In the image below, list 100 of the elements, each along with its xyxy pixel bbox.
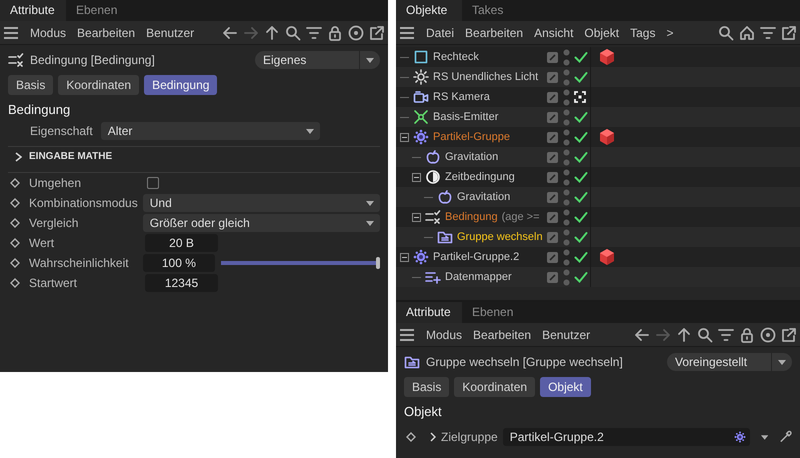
group-heading[interactable]: EINGABE MATHE: [29, 151, 112, 162]
menu-item[interactable]: Datei: [426, 26, 454, 40]
caret-icon[interactable]: [760, 434, 768, 440]
visibility-dots-icon[interactable]: [563, 208, 570, 226]
edit-icon[interactable]: [547, 272, 558, 282]
panel-tab[interactable]: Objekte: [396, 0, 462, 21]
section-tab[interactable]: Objekt: [540, 377, 591, 397]
number-field[interactable]: 100 %: [143, 254, 215, 272]
object-name[interactable]: Datenmapper: [445, 271, 512, 283]
menu-item[interactable]: Ansicht: [534, 26, 574, 40]
check-icon[interactable]: [574, 211, 588, 223]
object-name[interactable]: RS Kamera: [433, 91, 490, 103]
number-field[interactable]: 20 B: [145, 234, 218, 252]
menu-icon[interactable]: [399, 26, 415, 40]
popout-icon[interactable]: [781, 24, 797, 40]
edit-icon[interactable]: [547, 132, 558, 142]
edit-icon[interactable]: [547, 152, 558, 162]
check-icon[interactable]: [574, 71, 588, 83]
menu-item[interactable]: Bearbeiten: [77, 26, 136, 40]
checkbox[interactable]: [147, 177, 159, 189]
search-icon[interactable]: [718, 24, 734, 40]
menu-item[interactable]: Bearbeiten: [473, 328, 532, 342]
object-name[interactable]: Bedingung: [445, 211, 498, 223]
dropdown[interactable]: Und: [142, 194, 380, 212]
edit-icon[interactable]: [547, 252, 558, 262]
visibility-dots-icon[interactable]: [563, 228, 570, 246]
object-name[interactable]: Partikel-Gruppe.2: [433, 251, 520, 263]
collapse-icon[interactable]: [400, 132, 409, 142]
menu-icon[interactable]: [399, 328, 415, 342]
lock-icon[interactable]: [327, 24, 343, 40]
menu-item[interactable]: >: [666, 26, 674, 40]
number-field[interactable]: 12345: [145, 274, 218, 292]
check-icon[interactable]: [574, 191, 588, 203]
eyedropper-icon[interactable]: [779, 430, 792, 444]
visibility-dots-icon[interactable]: [563, 168, 570, 186]
object-name[interactable]: Zeitbedingung: [445, 171, 515, 183]
object-name[interactable]: Gravitation: [457, 191, 510, 203]
visibility-dots-icon[interactable]: [563, 88, 570, 106]
edit-icon[interactable]: [547, 192, 558, 202]
visibility-dots-icon[interactable]: [563, 108, 570, 126]
visibility-dots-icon[interactable]: [563, 148, 570, 166]
panel-tab[interactable]: Ebenen: [462, 302, 528, 323]
visibility-dots-icon[interactable]: [563, 128, 570, 146]
edit-icon[interactable]: [547, 232, 558, 242]
collapse-icon[interactable]: [412, 212, 421, 222]
expand-icon[interactable]: [430, 432, 436, 442]
edit-icon[interactable]: [547, 212, 558, 222]
collapse-icon[interactable]: [412, 172, 421, 182]
property-dropdown[interactable]: Alter: [100, 122, 320, 140]
preset-dropdown[interactable]: Voreingestellt: [667, 353, 792, 371]
popout-icon[interactable]: [781, 326, 797, 342]
popout-icon[interactable]: [369, 24, 385, 40]
section-tab[interactable]: Bedingung: [144, 75, 218, 95]
dropdown[interactable]: Größer oder gleich: [142, 214, 380, 232]
up-icon[interactable]: [264, 24, 280, 40]
panel-tab[interactable]: Attribute: [0, 0, 66, 21]
visibility-dots-icon[interactable]: [563, 248, 570, 266]
section-tab[interactable]: Koordinaten: [58, 75, 140, 95]
up-icon[interactable]: [676, 326, 692, 342]
panel-tab[interactable]: Attribute: [396, 302, 462, 323]
edit-icon[interactable]: [547, 52, 558, 62]
menu-item[interactable]: Benutzer: [146, 26, 194, 40]
menu-item[interactable]: Bearbeiten: [465, 26, 524, 40]
edit-icon[interactable]: [547, 172, 558, 182]
slider-handle[interactable]: [376, 257, 380, 269]
menu-item[interactable]: Modus: [426, 328, 462, 342]
edit-icon[interactable]: [547, 112, 558, 122]
menu-item[interactable]: Benutzer: [542, 328, 590, 342]
panel-tab[interactable]: Ebenen: [66, 0, 132, 21]
check-icon[interactable]: [574, 231, 588, 243]
object-name[interactable]: RS Unendliches Licht: [433, 71, 538, 83]
section-tab[interactable]: Basis: [404, 377, 450, 397]
expand-icon[interactable]: [14, 152, 22, 162]
check-icon[interactable]: [574, 151, 588, 163]
back-icon[interactable]: [222, 24, 238, 40]
check-icon[interactable]: [574, 111, 588, 123]
object-name[interactable]: Gruppe wechseln: [457, 231, 543, 243]
menu-item[interactable]: Tags: [630, 26, 656, 40]
check-icon[interactable]: [574, 171, 588, 183]
target-icon[interactable]: [348, 24, 364, 40]
check-icon[interactable]: [574, 271, 588, 283]
menu-item[interactable]: Modus: [30, 26, 66, 40]
menu-item[interactable]: Objekt: [584, 26, 620, 40]
link-field[interactable]: Partikel-Gruppe.2: [502, 428, 750, 446]
object-name[interactable]: Rechteck: [433, 51, 479, 63]
back-icon[interactable]: [634, 326, 650, 342]
search-icon[interactable]: [285, 24, 301, 40]
visibility-dots-icon[interactable]: [563, 268, 570, 286]
menu-icon[interactable]: [3, 26, 19, 40]
cube-icon[interactable]: [599, 248, 615, 266]
panel-tab[interactable]: Takes: [462, 0, 528, 21]
edit-icon[interactable]: [547, 92, 558, 102]
target-icon[interactable]: [760, 326, 776, 342]
object-name[interactable]: Gravitation: [445, 151, 498, 163]
edit-icon[interactable]: [547, 72, 558, 82]
object-name[interactable]: Partikel-Gruppe: [433, 131, 510, 143]
focus-icon[interactable]: [574, 91, 586, 103]
filter-icon[interactable]: [760, 24, 776, 40]
check-icon[interactable]: [574, 251, 588, 263]
visibility-dots-icon[interactable]: [563, 48, 570, 66]
